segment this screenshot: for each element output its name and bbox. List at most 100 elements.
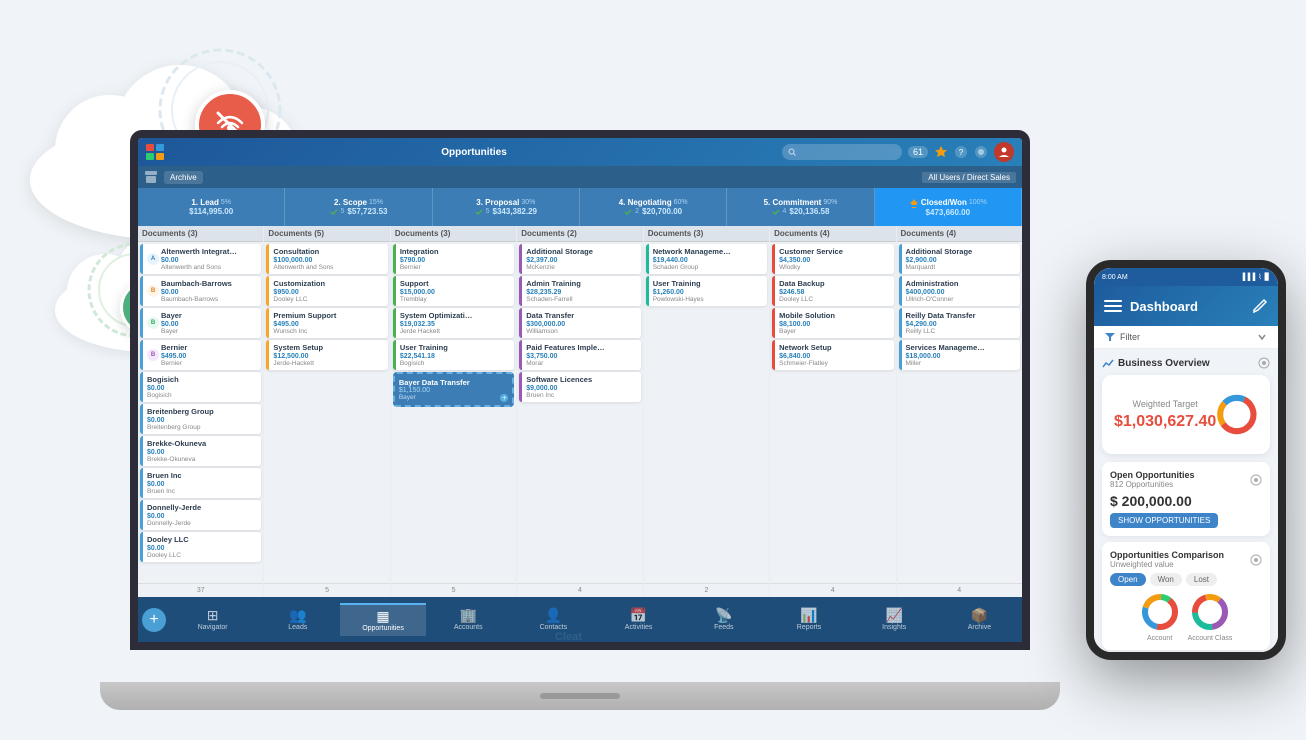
kanban-card-network-mgmt[interactable]: Network Manageme… $19,440.00 Schaden Gro… (646, 244, 767, 274)
opp-comparison-header: Opportunities Comparison Unweighted valu… (1110, 550, 1262, 569)
crm-application: Opportunities 61 ? (138, 138, 1022, 642)
kanban-card-consultation[interactable]: Consultation $100,000.00 Altenwerth and … (266, 244, 387, 274)
kanban-card-bruen[interactable]: Bruen Inc $0.00 Bruen Inc (140, 468, 261, 498)
col-scope-count: 5 (264, 583, 389, 597)
open-opp-settings-icon[interactable] (1250, 474, 1262, 486)
phone-time: 8:00 AM (1102, 274, 1128, 281)
kanban-card-data-transfer[interactable]: Data Transfer $300,000.00 Williamson (519, 308, 640, 338)
kanban-card-user-training[interactable]: User Training $22,541.18 Bogisich (393, 340, 514, 370)
kanban-cards-lead: A Altenwerth Integrat… $0.00 Altenwerth … (138, 242, 263, 583)
kanban-card-bogisich[interactable]: Bogisich $0.00 Bogisich (140, 372, 261, 402)
nav-insights[interactable]: 📈 Insights (852, 604, 937, 635)
nav-leads[interactable]: 👥 Leads (255, 604, 340, 635)
kanban-card-premium-support[interactable]: Premium Support $495.00 Wunsch Inc (266, 308, 387, 338)
kanban-col-proposal: Documents (3) Integration $790.00 Bernie… (391, 226, 516, 597)
stage-lead[interactable]: 1. Lead 5% $114,995.00 (138, 188, 285, 226)
kanban-card-user-training-2[interactable]: User Training $1,260.00 Powlowski-Hayes (646, 276, 767, 306)
laptop: Opportunities 61 ? (130, 130, 1080, 710)
kanban-card-admin-training[interactable]: Admin Training $28,235.29 Schaden-Farrel… (519, 276, 640, 306)
kanban-card-paid-features[interactable]: Paid Features Imple… $3,750.00 Morar (519, 340, 640, 370)
stage-commitment-amount: $20,136.58 (789, 207, 829, 216)
kanban-col-won: Documents (4) Additional Storage $2,900.… (897, 226, 1022, 597)
kanban-card-services-mgmt[interactable]: Services Manageme… $18,000.00 Miller (899, 340, 1020, 370)
opp-comparison-settings-icon[interactable] (1250, 554, 1262, 566)
kanban-card-bernier[interactable]: B Bernier $495.00 Bernier (140, 340, 261, 370)
opp-comparison-title-group: Opportunities Comparison Unweighted valu… (1110, 550, 1224, 569)
nav-reports[interactable]: 📊 Reports (766, 604, 851, 635)
archive-button[interactable]: Archive (164, 171, 203, 184)
kanban-card-data-backup[interactable]: Data Backup $246.58 Dooley LLC (772, 276, 893, 306)
kanban-card-customization[interactable]: Customization $950.00 Dooley LLC (266, 276, 387, 306)
kanban-col-closed-header: Documents (4) (770, 226, 895, 242)
kanban-card-integration[interactable]: Integration $790.00 Bernier (393, 244, 514, 274)
dragging-card-title: Bayer Data Transfer (399, 378, 508, 387)
tab-open[interactable]: Open (1110, 573, 1146, 586)
nav-contacts[interactable]: 👤 Contacts (511, 604, 596, 635)
open-opp-count: 812 Opportunities (1110, 480, 1195, 489)
card-baumbach-title: Baumbach-Barrows (161, 279, 232, 288)
tab-won[interactable]: Won (1150, 573, 1182, 586)
kanban-card-bayer[interactable]: B Bayer $0.00 Bayer (140, 308, 261, 338)
kanban-card-system-opt[interactable]: System Optimizati… $19,032.35 Jerde Hack… (393, 308, 514, 338)
kanban-card-administration[interactable]: Administration $400,000.00 Ullrich-O'Con… (899, 276, 1020, 306)
nav-opportunities[interactable]: ▦ Opportunities (340, 603, 425, 636)
phone-status-icons: ▐▐▐ ⌇ ▊ (1240, 273, 1270, 281)
nav-navigator[interactable]: ⊞ Navigator (170, 604, 255, 635)
nav-activities[interactable]: 📅 Activities (596, 604, 681, 635)
stage-commitment[interactable]: 5. Commitment 90% 4 $20,136.58 (727, 188, 874, 226)
filter-text[interactable]: Filter (1120, 332, 1140, 342)
weighted-target-label: Weighted Target (1114, 399, 1216, 409)
kanban-card-brekke[interactable]: Brekke-Okuneva $0.00 Brekke-Okuneva (140, 436, 261, 466)
nav-add-button[interactable]: + (142, 608, 166, 632)
nav-leads-label: Leads (288, 624, 307, 631)
dragging-card[interactable]: Bayer Data Transfer $1,150.00 Bayer + (393, 372, 514, 407)
kanban-col-negotiating-header: Documents (2) (517, 226, 642, 242)
kanban-card-network-setup[interactable]: Network Setup $6,840.00 Schmeier-Flatley (772, 340, 893, 370)
kanban-card-add-storage-won[interactable]: Additional Storage $2,900.00 Marquardt (899, 244, 1020, 274)
nav-accounts-label: Accounts (454, 624, 483, 631)
nav-archive[interactable]: 📦 Archive (937, 604, 1022, 635)
kanban-col-commitment: Documents (3) Network Manageme… $19,440.… (644, 226, 769, 597)
trend-icon (1102, 357, 1114, 369)
nav-archive-label: Archive (968, 624, 991, 631)
kanban-card-mobile-solution[interactable]: Mobile Solution $8,100.00 Bayer (772, 308, 893, 338)
business-settings-icon[interactable] (1258, 357, 1270, 369)
kanban-cards-proposal: Integration $790.00 Bernier Support $15,… (391, 242, 516, 583)
kanban-board: Documents (3) A Altenwerth Integrat… $0.… (138, 226, 1022, 597)
crm-search-box[interactable] (782, 144, 902, 160)
nav-accounts[interactable]: 🏢 Accounts (426, 604, 511, 635)
crm-toolbar: Archive All Users / Direct Sales (138, 166, 1022, 188)
kanban-card-support[interactable]: Support $15,000.00 Tremblay (393, 276, 514, 306)
stage-negotiating[interactable]: 4. Negotiating 60% 2 $20,700.00 (580, 188, 727, 226)
kanban-card-system-setup[interactable]: System Setup $12,500.00 Jerde-Hackett (266, 340, 387, 370)
kanban-card-donnelly[interactable]: Donnelly-Jerde $0.00 Donnelly-Jerde (140, 500, 261, 530)
tab-lost[interactable]: Lost (1186, 573, 1217, 586)
search-icon (788, 148, 796, 156)
kanban-card-customer-service[interactable]: Customer Service $4,350.00 Wlodky (772, 244, 893, 274)
stage-proposal[interactable]: 3. Proposal 30% 5 $343,382.29 (433, 188, 580, 226)
phone-content: Business Overview Weighted Target $1,030… (1094, 349, 1278, 652)
phone-edit-icon[interactable] (1252, 298, 1268, 314)
kanban-card-dooley[interactable]: Dooley LLC $0.00 Dooley LLC (140, 532, 261, 562)
kanban-col-closed: Documents (4) Customer Service $4,350.00… (770, 226, 895, 597)
stage-scope[interactable]: 2. Scope 15% 5 $57,723.53 (285, 188, 432, 226)
nav-activities-label: Activities (625, 624, 653, 631)
phone-menu-icon[interactable] (1104, 299, 1122, 313)
kanban-card-additional-storage[interactable]: Additional Storage $2,397.00 McKenzie (519, 244, 640, 274)
users-filter[interactable]: All Users / Direct Sales (922, 172, 1016, 183)
kanban-card-software-licences[interactable]: Software Licences $9,000.00 Bruen Inc (519, 372, 640, 402)
show-opportunities-button[interactable]: SHOW OPPORTUNITIES (1110, 513, 1218, 528)
open-opp-amount: $ 200,000.00 (1110, 493, 1262, 509)
kanban-card-altenwerth[interactable]: A Altenwerth Integrat… $0.00 Altenwerth … (140, 244, 261, 274)
donut-account-chart (1140, 592, 1180, 632)
kanban-cards-closed: Customer Service $4,350.00 Wlodky Data B… (770, 242, 895, 583)
kanban-card-breitenberg[interactable]: Breitenberg Group $0.00 Breitenberg Grou… (140, 404, 261, 434)
donut-account-class: Account Class (1188, 592, 1233, 642)
stage-closed-won[interactable]: Closed/Won 100% $473,660.00 (875, 188, 1022, 226)
filter-icon[interactable] (1104, 331, 1116, 343)
kanban-card-baumbach[interactable]: B Baumbach-Barrows $0.00 Baumbach-Barrow… (140, 276, 261, 306)
nav-feeds[interactable]: 📡 Feeds (681, 604, 766, 635)
weighted-target-amount: $1,030,627.40 (1114, 413, 1216, 431)
kanban-card-reilly-transfer[interactable]: Reilly Data Transfer $4,290.00 Reilly LL… (899, 308, 1020, 338)
stage-scope-count: 5 (341, 208, 345, 215)
